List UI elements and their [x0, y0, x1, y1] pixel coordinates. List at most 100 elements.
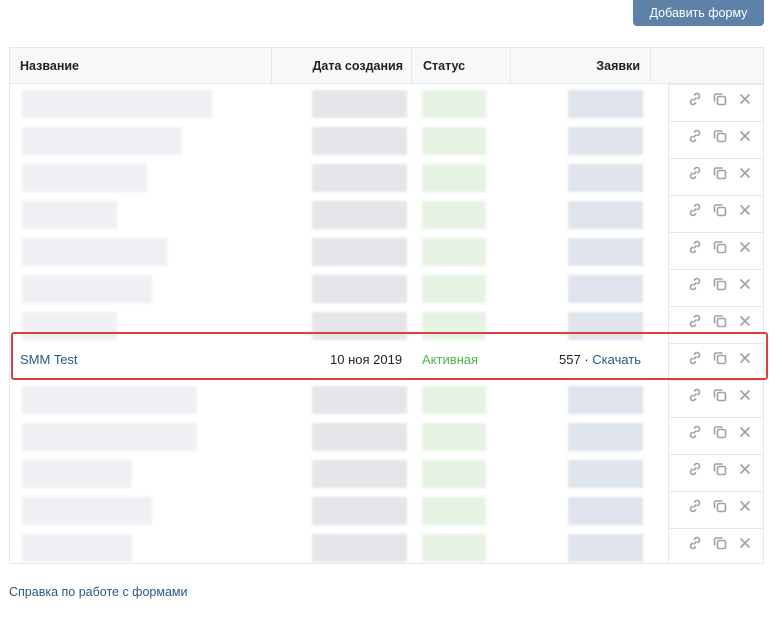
blurred-cell — [568, 386, 643, 414]
link-icon[interactable] — [686, 497, 704, 515]
row-action-icons — [686, 312, 754, 330]
blurred-cell — [312, 201, 407, 229]
row-action-icons — [686, 423, 754, 441]
blurred-cell — [312, 386, 407, 414]
blurred-cell — [422, 460, 486, 488]
copy-icon[interactable] — [711, 534, 729, 552]
copy-icon[interactable] — [711, 201, 729, 219]
blurred-cell — [422, 534, 486, 562]
blurred-cell — [22, 238, 167, 266]
blurred-cell — [568, 534, 643, 562]
blurred-cell — [312, 423, 407, 451]
close-icon[interactable] — [736, 90, 754, 108]
blurred-cell — [568, 497, 643, 525]
row-action-icons — [686, 386, 754, 404]
column-header-name[interactable]: Название — [10, 48, 272, 84]
column-header-applications[interactable]: Заявки — [511, 48, 651, 84]
link-icon[interactable] — [686, 238, 704, 256]
blurred-cell — [422, 386, 486, 414]
blurred-cell — [22, 201, 117, 229]
blurred-cell — [568, 127, 643, 155]
close-icon[interactable] — [736, 275, 754, 293]
close-icon[interactable] — [736, 460, 754, 478]
copy-icon[interactable] — [711, 127, 729, 145]
blurred-cell — [22, 534, 132, 562]
blurred-cell — [568, 164, 643, 192]
close-icon[interactable] — [736, 386, 754, 404]
close-icon[interactable] — [736, 423, 754, 441]
copy-icon[interactable] — [711, 423, 729, 441]
link-icon[interactable] — [686, 534, 704, 552]
copy-icon[interactable] — [711, 164, 729, 182]
blurred-cell — [312, 460, 407, 488]
blurred-cell — [568, 238, 643, 266]
close-icon[interactable] — [736, 312, 754, 330]
blurred-cell — [312, 164, 407, 192]
row-action-icons — [686, 201, 754, 219]
blurred-cell — [568, 201, 643, 229]
close-icon[interactable] — [736, 164, 754, 182]
row-action-icons — [686, 460, 754, 478]
blurred-cell — [22, 90, 212, 118]
copy-icon[interactable] — [711, 275, 729, 293]
link-icon[interactable] — [686, 460, 704, 478]
blurred-cell — [22, 460, 132, 488]
close-icon[interactable] — [736, 238, 754, 256]
blurred-cell — [568, 423, 643, 451]
blurred-cell — [568, 460, 643, 488]
highlight-frame — [11, 332, 768, 380]
copy-icon[interactable] — [711, 460, 729, 478]
close-icon[interactable] — [736, 497, 754, 515]
copy-icon[interactable] — [711, 497, 729, 515]
link-icon[interactable] — [686, 423, 704, 441]
blurred-cell — [22, 423, 197, 451]
blurred-cell — [22, 127, 182, 155]
blurred-cell — [312, 238, 407, 266]
row-action-icons — [686, 90, 754, 108]
blurred-cell — [422, 238, 486, 266]
blurred-cell — [22, 497, 152, 525]
table-header: Название Дата создания Статус Заявки — [10, 48, 763, 84]
blurred-cell — [22, 275, 152, 303]
blurred-cell — [22, 164, 147, 192]
row-action-icons — [686, 534, 754, 552]
row-action-icons — [686, 497, 754, 515]
column-header-date[interactable]: Дата создания — [272, 48, 412, 84]
blurred-cell — [568, 90, 643, 118]
copy-icon[interactable] — [711, 386, 729, 404]
blurred-cell — [312, 497, 407, 525]
copy-icon[interactable] — [711, 312, 729, 330]
row-action-icons — [686, 164, 754, 182]
blurred-cell — [422, 497, 486, 525]
blurred-cell — [312, 275, 407, 303]
close-icon[interactable] — [736, 534, 754, 552]
link-icon[interactable] — [686, 201, 704, 219]
blurred-cell — [22, 386, 197, 414]
blurred-cell — [422, 127, 486, 155]
link-icon[interactable] — [686, 90, 704, 108]
column-header-status[interactable]: Статус — [412, 48, 511, 84]
copy-icon[interactable] — [711, 238, 729, 256]
link-icon[interactable] — [686, 275, 704, 293]
row-action-icons — [686, 127, 754, 145]
link-icon[interactable] — [686, 164, 704, 182]
blurred-cell — [312, 534, 407, 562]
add-form-button[interactable]: Добавить форму — [633, 0, 764, 26]
link-icon[interactable] — [686, 312, 704, 330]
blurred-cell — [568, 275, 643, 303]
blurred-cell — [422, 423, 486, 451]
close-icon[interactable] — [736, 201, 754, 219]
row-action-icons — [686, 275, 754, 293]
blurred-cell — [422, 164, 486, 192]
close-icon[interactable] — [736, 127, 754, 145]
link-icon[interactable] — [686, 386, 704, 404]
blurred-cell — [312, 127, 407, 155]
blurred-cell — [422, 201, 486, 229]
help-link[interactable]: Справка по работе с формами — [9, 585, 188, 599]
blurred-cell — [422, 90, 486, 118]
blurred-cell — [312, 90, 407, 118]
row-action-icons — [686, 238, 754, 256]
link-icon[interactable] — [686, 127, 704, 145]
blurred-cell — [422, 275, 486, 303]
copy-icon[interactable] — [711, 90, 729, 108]
